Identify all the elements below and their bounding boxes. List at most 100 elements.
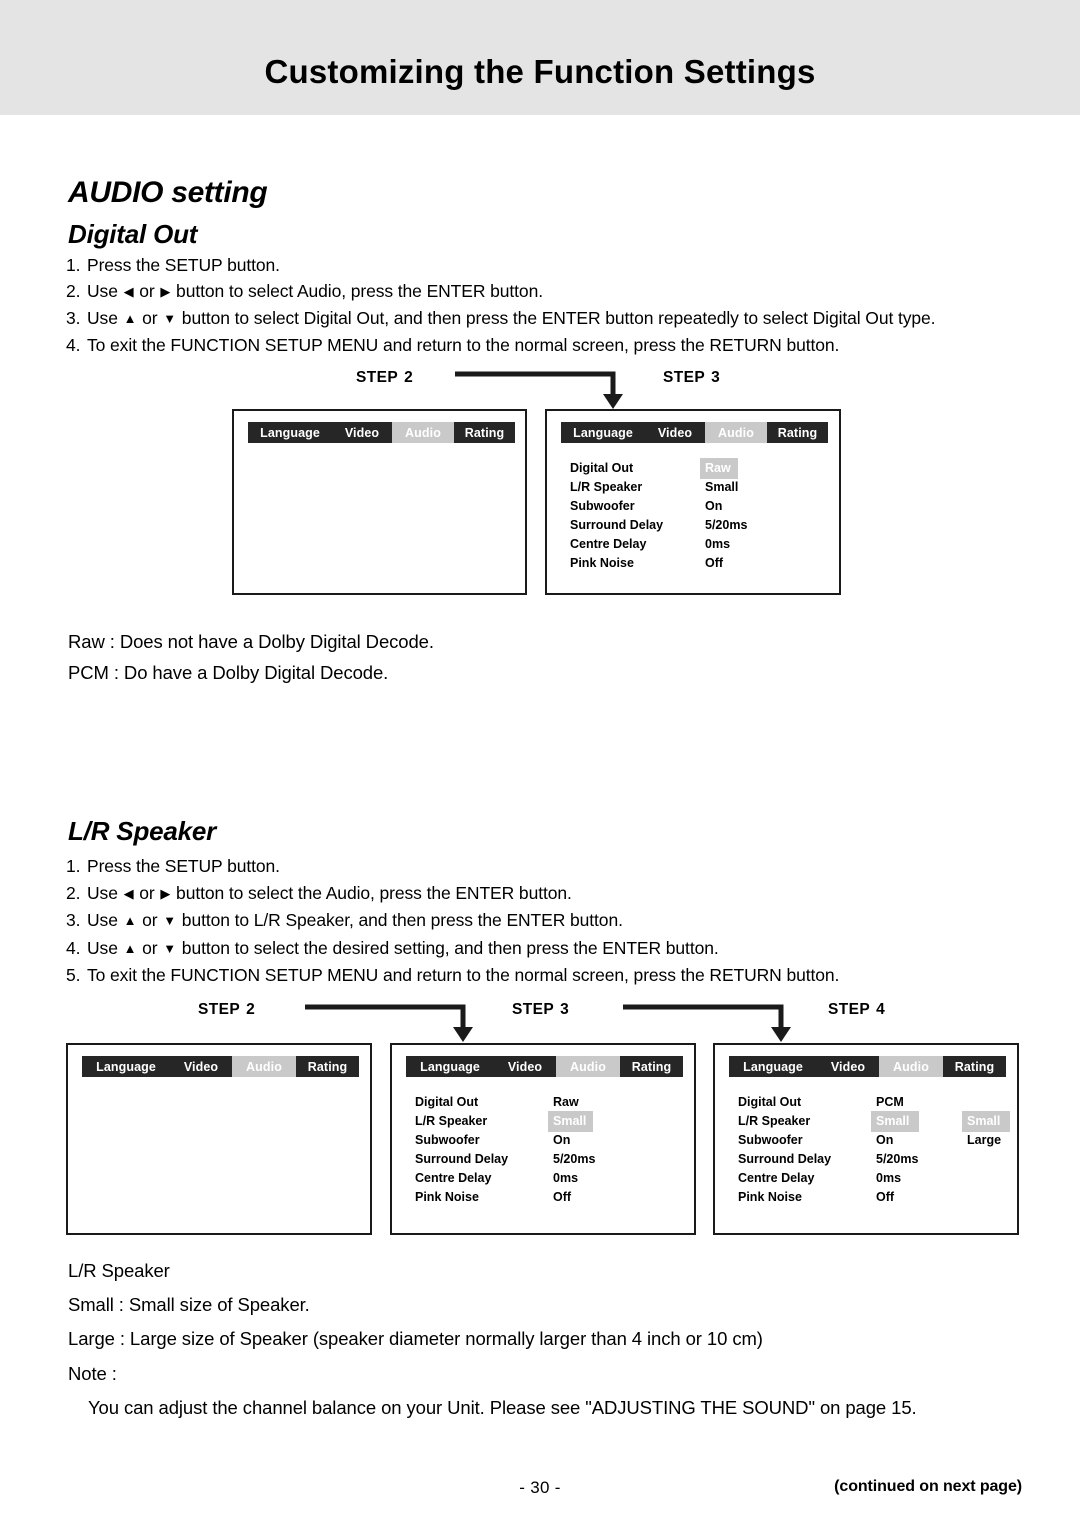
tab-language[interactable]: Language: [406, 1056, 494, 1077]
menu-value[interactable]: 0ms: [700, 534, 737, 555]
menu-screen-row2-step3: Language Video Audio Rating Digital Out …: [390, 1043, 696, 1235]
down-arrow-icon: ▼: [163, 913, 177, 928]
menu-row[interactable]: L/R Speaker Small: [415, 1111, 680, 1132]
menu-value[interactable]: 5/20ms: [700, 515, 754, 536]
menu-label: Digital Out: [415, 1095, 479, 1109]
menu-row[interactable]: Digital Out Raw: [570, 458, 825, 479]
down-arrow-icon: ▼: [163, 940, 177, 956]
menu-value[interactable]: Off: [871, 1187, 901, 1208]
menu-row[interactable]: Centre Delay 0ms: [415, 1169, 680, 1188]
tab-video[interactable]: Video: [817, 1056, 879, 1077]
menu-value[interactable]: 0ms: [548, 1168, 585, 1189]
tab-rating[interactable]: Rating: [620, 1056, 683, 1077]
list-number: 1.: [66, 856, 81, 876]
subsection-heading-lr-speaker: L/R Speaker: [68, 816, 217, 846]
menu-label: Surround Delay: [570, 518, 664, 532]
tab-audio[interactable]: Audio: [879, 1056, 943, 1077]
menu-tabbar: Language Video Audio Rating: [406, 1056, 683, 1077]
menu-value[interactable]: 5/20ms: [871, 1149, 925, 1170]
list-item: 1. Press the SETUP button.: [66, 853, 839, 880]
digital-out-description: Raw : Does not have a Dolby Digital Deco…: [68, 626, 434, 688]
list-number: 2.: [66, 281, 81, 301]
list-text: Use ▲ or ▼ button to select Digital Out,…: [87, 308, 936, 328]
menu-row[interactable]: Pink Noise Off: [570, 554, 825, 573]
menu-option-large[interactable]: Large: [962, 1130, 1008, 1151]
menu-value[interactable]: Small: [548, 1111, 594, 1132]
list-item: 4. To exit the FUNCTION SETUP MENU and r…: [66, 332, 935, 358]
menu-value[interactable]: On: [871, 1130, 962, 1151]
list-item: 2. Use ◀ or ▶ button to select the Audio…: [66, 880, 839, 908]
step-label-row1-step3: STEP 3: [663, 369, 721, 386]
tab-language[interactable]: Language: [729, 1056, 817, 1077]
legend-small: Small : Small size of Speaker.: [68, 1294, 310, 1315]
menu-value[interactable]: PCM: [871, 1092, 962, 1113]
note-text: You can adjust the channel balance on yo…: [88, 1397, 917, 1418]
menu-value[interactable]: 0ms: [871, 1168, 908, 1189]
tab-rating[interactable]: Rating: [454, 422, 515, 443]
menu-label: Pink Noise: [570, 556, 634, 570]
menu-row[interactable]: Centre Delay 0ms: [738, 1169, 1013, 1188]
menu-row[interactable]: L/R Speaker Small Small: [738, 1111, 1013, 1132]
tab-video[interactable]: Video: [332, 422, 392, 443]
menu-label: Subwoofer: [738, 1133, 803, 1147]
menu-value[interactable]: Small: [871, 1111, 919, 1132]
menu-value[interactable]: 5/20ms: [548, 1149, 602, 1170]
list-number: 5.: [66, 965, 81, 985]
menu-row[interactable]: L/R Speaker Small: [570, 478, 825, 497]
up-arrow-icon: ▲: [123, 913, 137, 928]
menu-option-small[interactable]: Small: [962, 1111, 1010, 1132]
menu-label: Centre Delay: [570, 537, 647, 551]
menu-row[interactable]: Surround Delay 5/20ms: [738, 1150, 1013, 1169]
menu-label: Digital Out: [738, 1095, 802, 1109]
menu-row[interactable]: Digital Out PCM: [738, 1093, 1013, 1112]
tab-rating[interactable]: Rating: [767, 422, 828, 443]
menu-value[interactable]: On: [700, 496, 729, 517]
menu-screen-row2-step4: Language Video Audio Rating Digital Out …: [713, 1043, 1019, 1235]
right-arrow-icon: ▶: [160, 284, 171, 299]
menu-row[interactable]: Surround Delay 5/20ms: [415, 1150, 680, 1169]
tab-audio[interactable]: Audio: [556, 1056, 620, 1077]
menu-row[interactable]: Subwoofer On Large: [738, 1131, 1013, 1150]
menu-row[interactable]: Digital Out Raw: [415, 1093, 680, 1112]
tab-language[interactable]: Language: [82, 1056, 170, 1077]
tab-audio[interactable]: Audio: [392, 422, 454, 443]
left-arrow-icon: ◀: [123, 885, 134, 901]
tab-video[interactable]: Video: [645, 422, 705, 443]
list-text: Use ▲ or ▼ button to L/R Speaker, and th…: [87, 910, 623, 930]
list-item: 1. Press the SETUP button.: [66, 252, 935, 278]
tab-rating[interactable]: Rating: [943, 1056, 1006, 1077]
tab-video[interactable]: Video: [494, 1056, 556, 1077]
menu-value[interactable]: On: [548, 1130, 577, 1151]
tab-audio[interactable]: Audio: [705, 422, 767, 443]
menu-row[interactable]: Surround Delay 5/20ms: [570, 516, 825, 535]
subsection-heading-digital-out: Digital Out: [68, 219, 198, 249]
legend-large: Large : Large size of Speaker (speaker d…: [68, 1328, 763, 1349]
menu-label: Subwoofer: [415, 1133, 480, 1147]
section-heading-audio-setting: AUDIO setting: [68, 176, 268, 209]
menu-value[interactable]: Off: [548, 1187, 578, 1208]
up-arrow-icon: ▲: [123, 311, 137, 326]
menu-settings-list: Digital Out Raw L/R Speaker Small Subwoo…: [415, 1093, 680, 1207]
menu-value[interactable]: Off: [700, 553, 730, 574]
list-text: Use ▲ or ▼ button to select the desired …: [87, 937, 719, 958]
list-item: 2. Use ◀ or ▶ button to select Audio, pr…: [66, 278, 935, 305]
menu-value[interactable]: Small: [700, 477, 745, 498]
menu-row[interactable]: Subwoofer On: [570, 497, 825, 516]
right-arrow-icon: ▶: [160, 885, 171, 901]
tab-language[interactable]: Language: [248, 422, 332, 443]
menu-label: L/R Speaker: [415, 1114, 488, 1128]
description-pcm: PCM : Do have a Dolby Digital Decode.: [68, 662, 389, 683]
up-arrow-icon: ▲: [123, 940, 137, 956]
menu-value[interactable]: Raw: [548, 1092, 586, 1113]
menu-row[interactable]: Pink Noise Off: [738, 1188, 1013, 1207]
list-text: To exit the FUNCTION SETUP MENU and retu…: [87, 335, 840, 355]
menu-row[interactable]: Pink Noise Off: [415, 1188, 680, 1207]
tab-rating[interactable]: Rating: [296, 1056, 359, 1077]
menu-value[interactable]: Raw: [700, 458, 738, 479]
tab-audio[interactable]: Audio: [232, 1056, 296, 1077]
tab-language[interactable]: Language: [561, 422, 645, 443]
menu-row[interactable]: Centre Delay 0ms: [570, 535, 825, 554]
tab-video[interactable]: Video: [170, 1056, 232, 1077]
menu-row[interactable]: Subwoofer On: [415, 1131, 680, 1150]
left-arrow-icon: ◀: [123, 284, 134, 299]
